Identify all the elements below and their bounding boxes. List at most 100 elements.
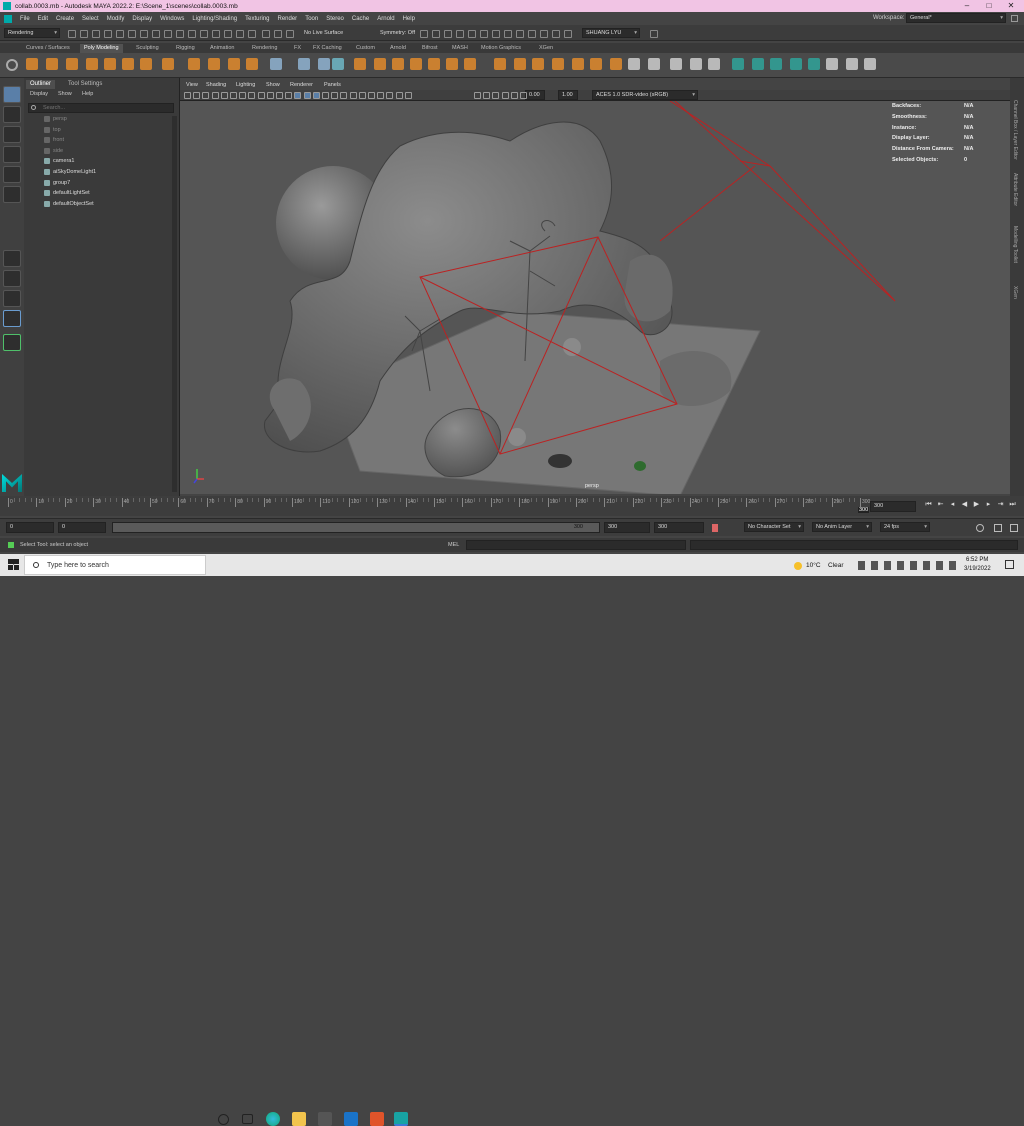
shelf-tab-custom[interactable]: Custom	[352, 44, 379, 53]
status-tool-icon[interactable]	[274, 30, 282, 38]
status-tool-icon[interactable]	[432, 30, 440, 38]
viewport-toolbar-icon[interactable]	[331, 92, 339, 99]
shelf-tool-icon[interactable]	[648, 58, 660, 70]
viewport-toolbar-icon[interactable]	[349, 92, 357, 99]
outliner-item[interactable]: persp	[44, 114, 67, 124]
menu-render[interactable]: Render	[274, 16, 302, 22]
menu-file[interactable]: File	[16, 16, 34, 22]
shelf-tool-icon[interactable]	[752, 58, 764, 70]
shelf-tool-icon[interactable]	[188, 58, 200, 70]
shelf-tool-icon[interactable]	[610, 58, 622, 70]
shelf-tool-icon[interactable]	[428, 58, 440, 70]
rotate-tool-icon[interactable]	[3, 166, 21, 183]
shelf-tool-icon[interactable]	[410, 58, 422, 70]
go-to-end-icon[interactable]: ⏭	[1008, 500, 1017, 509]
clock-time[interactable]: 6:52 PM	[966, 557, 988, 563]
cortana-icon[interactable]	[218, 1114, 229, 1125]
weather-temp[interactable]: 10°C	[806, 562, 821, 569]
menu-texturing[interactable]: Texturing	[241, 16, 273, 22]
menu-create[interactable]: Create	[52, 16, 78, 22]
menu-select[interactable]: Select	[78, 16, 103, 22]
mel-command-input[interactable]	[466, 540, 686, 550]
workspace-dropdown[interactable]: General*	[906, 13, 1006, 23]
fps-dropdown[interactable]: 24 fps	[880, 522, 930, 532]
viewport-menu-panels[interactable]: Panels	[324, 82, 341, 88]
shelf-tool-icon[interactable]	[770, 58, 782, 70]
tab-outliner[interactable]: Outliner	[26, 80, 56, 89]
viewport-toolbar-icon[interactable]	[220, 92, 228, 99]
tab-attribute-editor[interactable]: Attribute Editor	[1012, 173, 1018, 206]
viewport-toolbar-icon[interactable]	[276, 92, 283, 99]
outliner-item[interactable]: side	[44, 146, 63, 156]
tab-channel-box[interactable]: Channel Box / Layer Editor	[1012, 100, 1018, 160]
outliner-item[interactable]: defaultLightSet	[44, 188, 90, 198]
key-icon[interactable]	[712, 524, 718, 532]
shelf-tab-rendering[interactable]: Rendering	[248, 44, 281, 53]
shelf-tool-icon[interactable]	[670, 58, 682, 70]
status-tool-icon[interactable]	[116, 30, 124, 38]
four-view-layout-icon[interactable]	[3, 270, 21, 287]
menu-modify[interactable]: Modify	[103, 16, 129, 22]
status-tool-icon[interactable]	[92, 30, 100, 38]
outliner-layout-icon[interactable]	[3, 310, 21, 327]
shelf-tool-icon[interactable]	[162, 58, 174, 70]
perspective-viewport[interactable]: persp Backfaces: N/A Smoothness: N/A Instanc…	[180, 101, 1010, 494]
store-icon[interactable]	[318, 1112, 332, 1126]
viewport-toolbar-icon[interactable]	[294, 92, 302, 99]
anim-prefs-icon[interactable]	[1010, 524, 1018, 532]
viewport-toolbar-icon[interactable]	[211, 92, 219, 99]
viewport-toolbar-icon[interactable]	[257, 92, 265, 99]
status-tool-icon[interactable]	[104, 30, 112, 38]
time-ruler[interactable]: 0 10 20 30 40 50 60 70 80 90 100 110 120 130 140 150 160…	[8, 496, 870, 516]
shelf-tab-motion-graphics[interactable]: Motion Graphics	[477, 44, 525, 53]
shelf-tool-icon[interactable]	[732, 58, 744, 70]
two-view-layout-icon[interactable]	[3, 290, 21, 307]
step-forward-frame-icon[interactable]: ▸	[984, 500, 993, 509]
menu-help[interactable]: Help	[399, 16, 419, 22]
shelf-tool-icon[interactable]	[864, 58, 876, 70]
menu-lighting-shading[interactable]: Lighting/Shading	[188, 16, 241, 22]
viewport-toolbar-icon[interactable]	[230, 92, 237, 99]
shelf-tool-icon[interactable]	[790, 58, 802, 70]
character-set-dropdown[interactable]: No Character Set	[744, 522, 804, 532]
outliner-menu-help[interactable]: Help	[82, 91, 93, 97]
menu-edit[interactable]: Edit	[34, 16, 52, 22]
shelf-tool-icon[interactable]	[572, 58, 584, 70]
outliner-search-input[interactable]	[28, 103, 174, 113]
mel-label[interactable]: MEL	[448, 542, 459, 548]
minimize-button[interactable]: –	[956, 0, 978, 12]
viewport-menu-renderer[interactable]: Renderer	[290, 82, 313, 88]
viewport-toolbar-icon[interactable]	[358, 92, 366, 99]
viewport-toolbar-icon[interactable]	[520, 92, 527, 99]
shelf-tab-curves-surfaces[interactable]: Curves / Surfaces	[22, 44, 74, 53]
windows-start-icon[interactable]	[8, 559, 19, 570]
viewport-toolbar-icon[interactable]	[184, 92, 191, 99]
shelf-tool-icon[interactable]	[690, 58, 702, 70]
menu-toon[interactable]: Toon	[301, 16, 322, 22]
clock-date[interactable]: 3/19/2022	[964, 566, 991, 572]
status-tool-icon[interactable]	[188, 30, 196, 38]
shelf-tool-icon[interactable]	[354, 58, 366, 70]
scale-tool-icon[interactable]	[3, 186, 21, 203]
shelf-tool-icon[interactable]	[392, 58, 404, 70]
maximize-button[interactable]: □	[978, 0, 1000, 12]
range-slider[interactable]: 300	[112, 522, 600, 533]
status-tool-icon[interactable]	[236, 30, 244, 38]
viewport-toolbar-icon[interactable]	[377, 92, 385, 99]
tab-xgen[interactable]: XGen	[1012, 286, 1018, 299]
viewport-toolbar-icon[interactable]	[368, 92, 375, 99]
viewport-toolbar-icon[interactable]	[202, 92, 210, 99]
shelf-tool-icon[interactable]	[26, 58, 38, 70]
play-forwards-icon[interactable]: ▶	[972, 500, 981, 509]
file-explorer-icon[interactable]	[292, 1112, 306, 1126]
viewport-toolbar-icon[interactable]	[193, 92, 201, 99]
time-slider[interactable]: 0 10 20 30 40 50 60 70 80 90 100 110 120 130 140 150 160…	[0, 496, 1024, 516]
status-tool-icon[interactable]	[564, 30, 572, 38]
status-tool-icon[interactable]	[420, 30, 428, 38]
status-tool-icon[interactable]	[492, 30, 500, 38]
zoom-tool-icon[interactable]	[3, 334, 21, 351]
viewport-toolbar-icon[interactable]	[340, 92, 348, 99]
tray-icons[interactable]	[858, 561, 958, 570]
shelf-gear-icon[interactable]	[6, 59, 18, 71]
viewport-menu-show[interactable]: Show	[266, 82, 280, 88]
